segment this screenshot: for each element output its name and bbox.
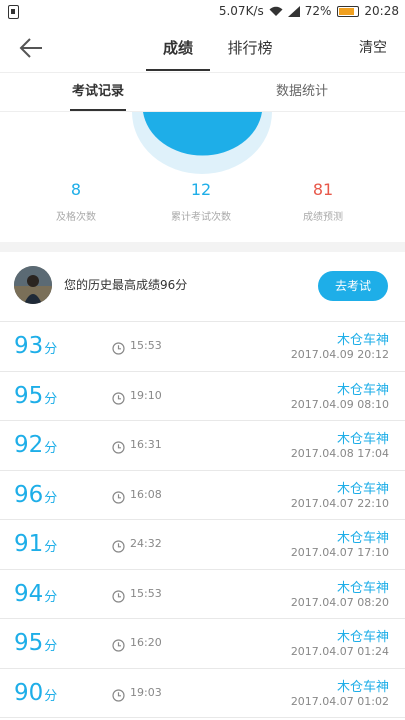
- stat-total-value: 12: [190, 180, 212, 199]
- record-score: 95分: [14, 383, 57, 413]
- best-score-row: 您的历史最高成绩96分 去考试: [0, 252, 405, 322]
- record-row[interactable]: 92分 16:31 木仓车神 2017.04.08 17:04: [0, 421, 405, 471]
- clock-icon: [112, 439, 125, 454]
- battery-icon: [337, 5, 360, 17]
- stat-total: 12 累计考试次数: [141, 178, 261, 223]
- record-score: 92分: [14, 432, 57, 462]
- record-score-value: 91: [14, 531, 44, 557]
- tab-scores[interactable]: 成绩: [142, 24, 214, 72]
- clock-icon: [112, 588, 125, 603]
- notification-icon: [8, 5, 19, 19]
- record-row[interactable]: 95分 19:10 木仓车神 2017.04.09 08:10: [0, 372, 405, 421]
- best-score-text: 您的历史最高成绩96分: [64, 278, 188, 292]
- clock-icon: [112, 687, 125, 702]
- record-duration: 16:20: [130, 636, 162, 649]
- record-score: 94分: [14, 581, 57, 611]
- record-score-value: 90: [14, 679, 44, 706]
- take-exam-button[interactable]: 去考试: [318, 271, 388, 301]
- record-duration: 24:32: [130, 537, 162, 550]
- record-name: 木仓车神: [336, 382, 389, 398]
- clock-icon: [112, 538, 125, 553]
- clock-icon: [112, 340, 125, 355]
- stat-predicted-label: 成绩预测: [303, 212, 343, 223]
- stat-passed: 8 及格次数: [16, 178, 136, 223]
- record-score: 90分: [14, 680, 57, 710]
- record-name: 木仓车神: [336, 679, 389, 695]
- record-row[interactable]: 96分 16:08 木仓车神 2017.04.07 22:10: [0, 471, 405, 520]
- record-duration: 19:03: [130, 685, 162, 699]
- record-score-value: 92: [14, 432, 44, 458]
- tab-exam-records[interactable]: 考试记录: [69, 73, 127, 111]
- record-name: 木仓车神: [336, 580, 389, 596]
- record-date: 2017.04.07 22:10: [290, 496, 389, 510]
- tab-data-stats[interactable]: 数据统计: [276, 73, 328, 111]
- header-tabs: 成绩 排行榜: [142, 24, 286, 72]
- record-date: 2017.04.07 08:20: [290, 595, 389, 609]
- record-name: 木仓车神: [336, 531, 389, 546]
- record-score-value: 93: [14, 333, 44, 359]
- record-date: 2017.04.09 20:12: [290, 348, 389, 361]
- record-score: 96分: [14, 482, 57, 512]
- clock-icon: [112, 637, 125, 652]
- back-arrow-icon[interactable]: [18, 36, 44, 60]
- stat-passed-value: 8: [70, 180, 82, 199]
- battery-percent: 72%: [304, 4, 332, 18]
- record-score-unit: 分: [44, 342, 58, 357]
- record-score-unit: 分: [44, 441, 58, 456]
- record-row[interactable]: 93分 15:53 木仓车神 2017.04.09 20:12: [0, 322, 405, 372]
- stat-total-label: 累计考试次数: [171, 212, 231, 223]
- score-gauge: [0, 112, 405, 174]
- record-score-value: 94: [14, 580, 44, 607]
- section-divider: [0, 242, 405, 252]
- record-score: 91分: [14, 531, 57, 561]
- status-bar-right: 5.07K/s 72% 20:28: [219, 4, 399, 18]
- record-duration: 15:53: [130, 586, 162, 600]
- clock-icon: [112, 390, 125, 405]
- clear-button[interactable]: 清空: [359, 24, 387, 72]
- signal-icon: [287, 5, 300, 17]
- record-name: 木仓车神: [336, 630, 389, 645]
- record-date: 2017.04.07 01:02: [290, 694, 389, 708]
- record-name: 木仓车神: [336, 333, 389, 348]
- record-date: 2017.04.08 17:04: [290, 447, 389, 460]
- avatar: [14, 266, 52, 304]
- clock-icon: [112, 489, 125, 504]
- stats-row: 8 及格次数 12 累计考试次数 81 成绩预测: [0, 178, 405, 238]
- record-score-unit: 分: [44, 490, 58, 506]
- record-score-unit: 分: [44, 589, 58, 605]
- record-duration: 16:08: [130, 487, 162, 501]
- record-duration: 16:31: [130, 438, 162, 451]
- record-score-unit: 分: [44, 391, 58, 407]
- record-date: 2017.04.07 17:10: [290, 546, 389, 559]
- stat-predicted-value: 81: [312, 180, 334, 199]
- stat-passed-label: 及格次数: [56, 212, 96, 223]
- record-date: 2017.04.09 08:10: [290, 397, 389, 411]
- record-duration: 15:53: [130, 339, 162, 352]
- header: 成绩 排行榜 清空: [0, 24, 405, 72]
- record-score: 95分: [14, 630, 57, 660]
- stat-predicted: 81 成绩预测: [263, 178, 383, 223]
- record-duration: 19:10: [130, 388, 162, 402]
- record-score-unit: 分: [44, 639, 58, 654]
- wifi-icon: [269, 6, 283, 16]
- record-row[interactable]: 90分 19:03 木仓车神 2017.04.07 01:02: [0, 669, 405, 718]
- record-score-unit: 分: [44, 688, 58, 704]
- status-bar: 5.07K/s 72% 20:28: [0, 0, 405, 24]
- records-list: 93分 15:53 木仓车神 2017.04.09 20:12 95分 19:10 木仓车神…: [0, 322, 405, 718]
- clock-time: 20:28: [364, 4, 399, 18]
- record-row[interactable]: 91分 24:32 木仓车神 2017.04.07 17:10: [0, 520, 405, 570]
- record-score: 93分: [14, 333, 57, 363]
- record-row[interactable]: 94分 15:53 木仓车神 2017.04.07 08:20: [0, 570, 405, 619]
- record-name: 木仓车神: [336, 432, 389, 447]
- record-score-value: 96: [14, 481, 44, 508]
- net-speed: 5.07K/s: [218, 4, 264, 18]
- record-name: 木仓车神: [336, 481, 389, 497]
- record-score-unit: 分: [44, 540, 58, 555]
- tab-leaderboard[interactable]: 排行榜: [214, 24, 286, 72]
- subtabs: 考试记录 数据统计: [0, 72, 405, 112]
- record-row[interactable]: 95分 16:20 木仓车神 2017.04.07 01:24: [0, 619, 405, 669]
- record-score-value: 95: [14, 382, 44, 409]
- record-date: 2017.04.07 01:24: [290, 645, 389, 658]
- record-score-value: 95: [14, 630, 44, 656]
